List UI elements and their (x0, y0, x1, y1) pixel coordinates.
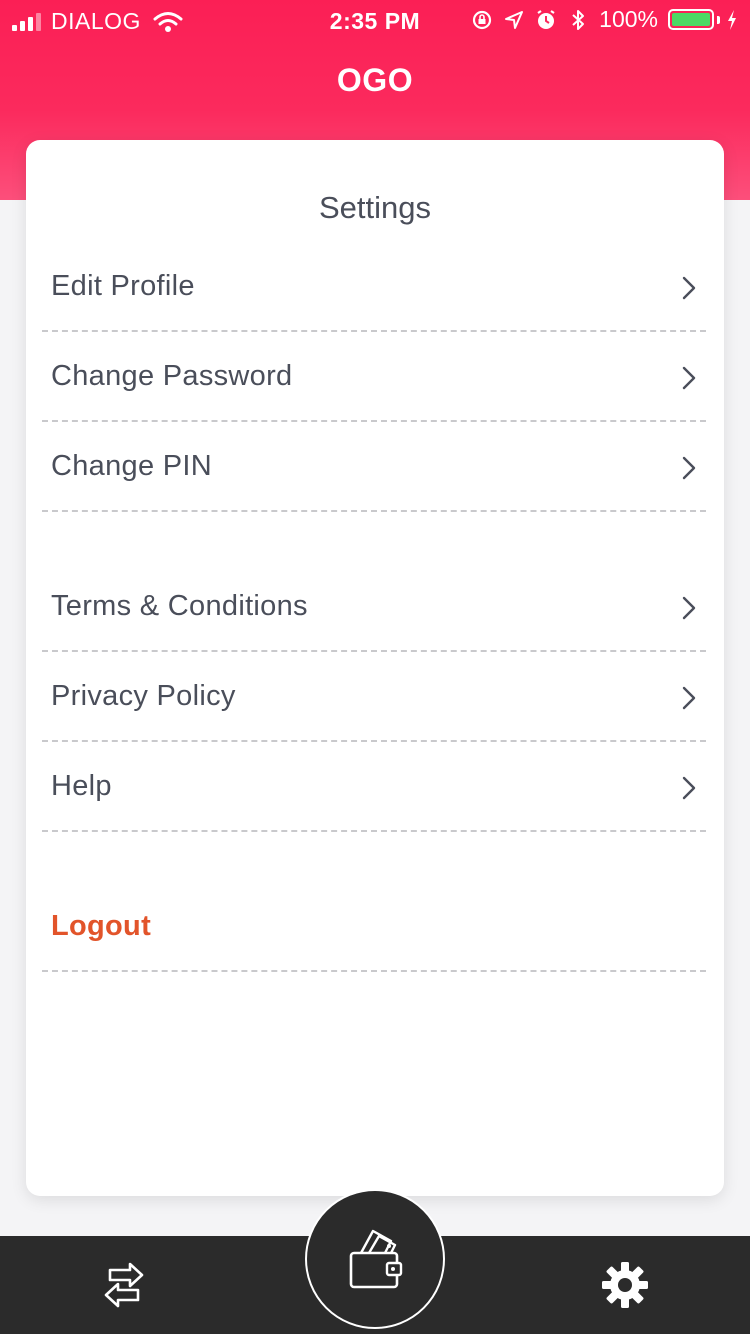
menu-item-terms-conditions[interactable]: Terms & Conditions (42, 562, 706, 652)
battery-percent: 100% (599, 6, 658, 32)
menu-item-change-password[interactable]: Change Password (42, 332, 706, 422)
chevron-right-icon (682, 456, 696, 480)
gear-icon[interactable] (600, 1260, 650, 1310)
settings-title: Settings (318, 190, 431, 225)
chevron-right-icon (682, 686, 696, 710)
transfer-icon[interactable] (100, 1260, 148, 1310)
chevron-right-icon (682, 776, 696, 800)
orientation-lock-icon (473, 10, 492, 29)
wallet-button[interactable] (305, 1189, 445, 1329)
location-icon (505, 10, 524, 29)
menu-item-edit-profile[interactable]: Edit Profile (42, 242, 706, 332)
chevron-right-icon (682, 596, 696, 620)
menu-item-label: Help (51, 770, 112, 802)
menu-item-label: Privacy Policy (51, 680, 236, 712)
menu-item-label: Change PIN (51, 450, 212, 482)
menu-item-label: Terms & Conditions (51, 590, 308, 622)
logout-label: Logout (51, 910, 152, 942)
charging-icon (728, 9, 736, 30)
menu-item-help[interactable]: Help (42, 742, 706, 832)
settings-card: Settings Edit Profile Change Password Ch… (26, 140, 724, 1196)
bluetooth-icon (572, 9, 585, 30)
logout-button[interactable]: Logout (42, 882, 706, 972)
app-title: OGO (336, 62, 414, 98)
alarm-icon (537, 9, 555, 29)
menu-item-label: Change Password (51, 360, 293, 392)
menu-item-privacy-policy[interactable]: Privacy Policy (42, 652, 706, 742)
chevron-right-icon (682, 366, 696, 390)
wallet-icon (349, 1229, 403, 1289)
status-bar: DIALOG 2:35 PM 100% (0, 0, 750, 40)
chevron-right-icon (682, 276, 696, 300)
menu-item-change-pin[interactable]: Change PIN (42, 422, 706, 512)
battery-icon (668, 9, 720, 30)
menu-item-label: Edit Profile (51, 270, 195, 302)
